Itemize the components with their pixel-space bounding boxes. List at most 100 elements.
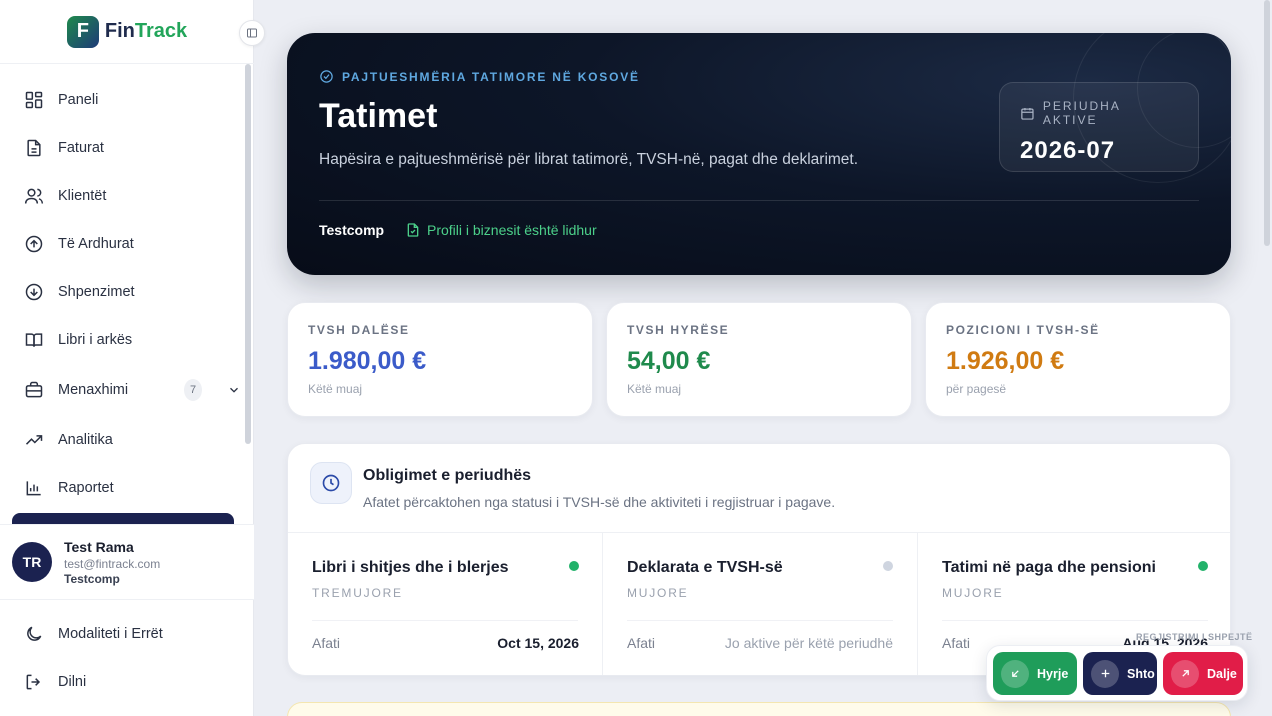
sidebar-bottom-nav: Modaliteti i Errët Dilni (0, 610, 254, 706)
stat-label: TVSH HYRËSE (627, 323, 730, 337)
stat-note: Këtë muaj (308, 382, 363, 396)
deadline-label: Afati (942, 635, 971, 651)
sidebar-item-paneli[interactable]: Paneli (0, 76, 244, 124)
plus-icon (1091, 659, 1119, 688)
obligation-name: Tatimi në paga dhe pensioni (942, 559, 1156, 576)
quick-add-button[interactable]: Shto (1083, 652, 1157, 695)
user-name: Test Rama (64, 538, 134, 555)
avatar: TR (12, 542, 52, 582)
count-badge: 7 (184, 379, 202, 401)
stat-value: 54,00 € (627, 347, 711, 375)
sidebar-item-te-ardhurat[interactable]: Të Ardhurat (0, 220, 244, 268)
sidebar-item-label: Shpenzimet (58, 284, 135, 300)
deadline-value: Jo aktive për këtë periudhë (724, 635, 893, 651)
period-value: 2026-07 (1020, 137, 1116, 164)
main-scrollbar[interactable] (1264, 0, 1270, 246)
trending-up-icon (25, 435, 43, 445)
sidebar-item-menaxhimi[interactable]: Menaxhimi 7 (0, 364, 244, 416)
obligation-frequency: MUJORE (942, 586, 1004, 600)
calendar-icon (1021, 107, 1034, 120)
deadline-value: Oct 15, 2026 (497, 635, 579, 651)
user-profile[interactable]: TR Test Rama test@fintrack.com Testcomp (0, 524, 254, 600)
dark-mode-toggle[interactable]: Modaliteti i Errët (0, 610, 254, 658)
stat-note: për pagesë (946, 382, 1007, 396)
obligation-vat-declaration[interactable]: Deklarata e TVSH-së MUJORE Afati Jo akti… (602, 533, 917, 675)
divider (319, 200, 1199, 201)
sidebar-item-label: Paneli (58, 92, 99, 108)
sidebar-item-shpenzimet[interactable]: Shpenzimet (0, 268, 244, 316)
quick-entry-title: REGJISTRIMI I SHPEJTË (1136, 632, 1253, 642)
logout-icon (26, 674, 41, 690)
stat-card-vat-position: POZICIONI I TVSH-SË 1.926,00 € për pages… (925, 302, 1231, 417)
period-label: PERIUDHA AKTIVE (1020, 99, 1178, 127)
sidebar: F FinTrack Paneli Faturat Klientët Të Ar… (0, 0, 254, 716)
active-period-card[interactable]: PERIUDHA AKTIVE 2026-07 (999, 82, 1199, 172)
check-circle-icon (320, 70, 333, 83)
divider (942, 620, 1208, 621)
status-dot (883, 561, 893, 571)
clock-icon (310, 462, 352, 504)
section-title: Obligimet e periudhës (363, 467, 532, 484)
quick-expense-button[interactable]: Dalje (1163, 652, 1243, 695)
business-linked-status: Profili i biznesit është lidhur (405, 222, 597, 238)
page-title: Tatimet (319, 97, 438, 135)
user-email: test@fintrack.com (64, 556, 161, 571)
clock-glyph (322, 474, 340, 492)
stat-value: 1.926,00 € (946, 347, 1065, 375)
sidebar-scrollbar[interactable] (245, 64, 251, 444)
hero-eyebrow: PAJTUESHMËRIA TATIMORE NË KOSOVË (319, 69, 640, 84)
sidebar-item-label: Dilni (58, 674, 87, 690)
business-name: Testcomp (319, 222, 385, 238)
invoice-file-icon (27, 139, 41, 157)
arrow-up-circle-icon (25, 235, 43, 253)
sidebar-nav: Paneli Faturat Klientët Të Ardhurat Shpe… (0, 76, 244, 512)
stat-label: TVSH DALËSE (308, 323, 410, 337)
period-obligations-card: Obligimet e periudhës Afatet përcaktohen… (287, 443, 1231, 676)
sidebar-item-raportet[interactable]: Raportet (0, 464, 244, 512)
user-info: Test Rama test@fintrack.com Testcomp (64, 539, 160, 586)
users-icon (24, 188, 44, 204)
status-dot (569, 561, 579, 571)
obligation-name: Deklarata e TVSH-së (627, 559, 783, 576)
arrow-down-left-icon (1001, 659, 1029, 688)
sidebar-item-klientet[interactable]: Klientët (0, 172, 244, 220)
sidebar-item-label: Klientët (58, 188, 107, 204)
brand-name: FinTrack (104, 20, 188, 42)
deadline-label: Afati (627, 635, 656, 651)
stat-card-input-vat: TVSH HYRËSE 54,00 € Këtë muaj (606, 302, 912, 417)
sidebar-item-label: Analitika (58, 432, 113, 448)
dashboard-grid-icon (25, 91, 43, 109)
stat-label: POZICIONI I TVSH-SË (946, 323, 1100, 337)
logout-button[interactable]: Dilni (0, 658, 254, 706)
sidebar-item-label: Të Ardhurat (58, 236, 134, 252)
sidebar-item-label: Modaliteti i Errët (58, 626, 163, 642)
tax-hero-banner: PAJTUESHMËRIA TATIMORE NË KOSOVË Tatimet… (287, 33, 1231, 275)
bar-chart-icon (26, 481, 41, 496)
obligation-name: Libri i shitjes dhe i blerjes (312, 559, 509, 576)
obligation-sales-purchase-book[interactable]: Libri i shitjes dhe i blerjes TREMUJORE … (288, 533, 603, 675)
sidebar-item-analitika[interactable]: Analitika (0, 416, 244, 464)
stat-card-output-vat: TVSH DALËSE 1.980,00 € Këtë muaj (287, 302, 593, 417)
quick-income-button[interactable]: Hyrje (993, 652, 1077, 695)
sidebar-item-label: Raportet (58, 480, 114, 496)
briefcase-icon (25, 381, 43, 398)
sidebar-item-label: Faturat (58, 140, 104, 156)
sidebar-item-libri-i-arkes[interactable]: Libri i arkës (0, 316, 244, 364)
warning-card (287, 702, 1231, 716)
sidebar-item-label: Libri i arkës (58, 332, 133, 348)
stat-note: Këtë muaj (627, 382, 682, 396)
chevron-down-icon[interactable] (224, 383, 244, 397)
moon-icon (27, 626, 42, 641)
obligation-frequency: TREMUJORE (312, 586, 403, 600)
open-book-icon (25, 333, 43, 347)
stat-value: 1.980,00 € (308, 347, 427, 375)
sidebar-collapse-button[interactable] (239, 20, 265, 46)
deadline-label: Afati (312, 635, 341, 651)
sidebar-item-faturat[interactable]: Faturat (0, 124, 244, 172)
page-subtitle: Hapësira e pajtueshmërisë për librat tat… (319, 151, 859, 168)
section-subtitle: Afatet përcaktohen nga statusi i TVSH-së… (363, 494, 836, 510)
divider (312, 620, 578, 621)
sidebar-item-label: Menaxhimi (58, 382, 129, 398)
brand-logo[interactable]: F FinTrack (0, 0, 254, 64)
status-dot (1198, 561, 1208, 571)
